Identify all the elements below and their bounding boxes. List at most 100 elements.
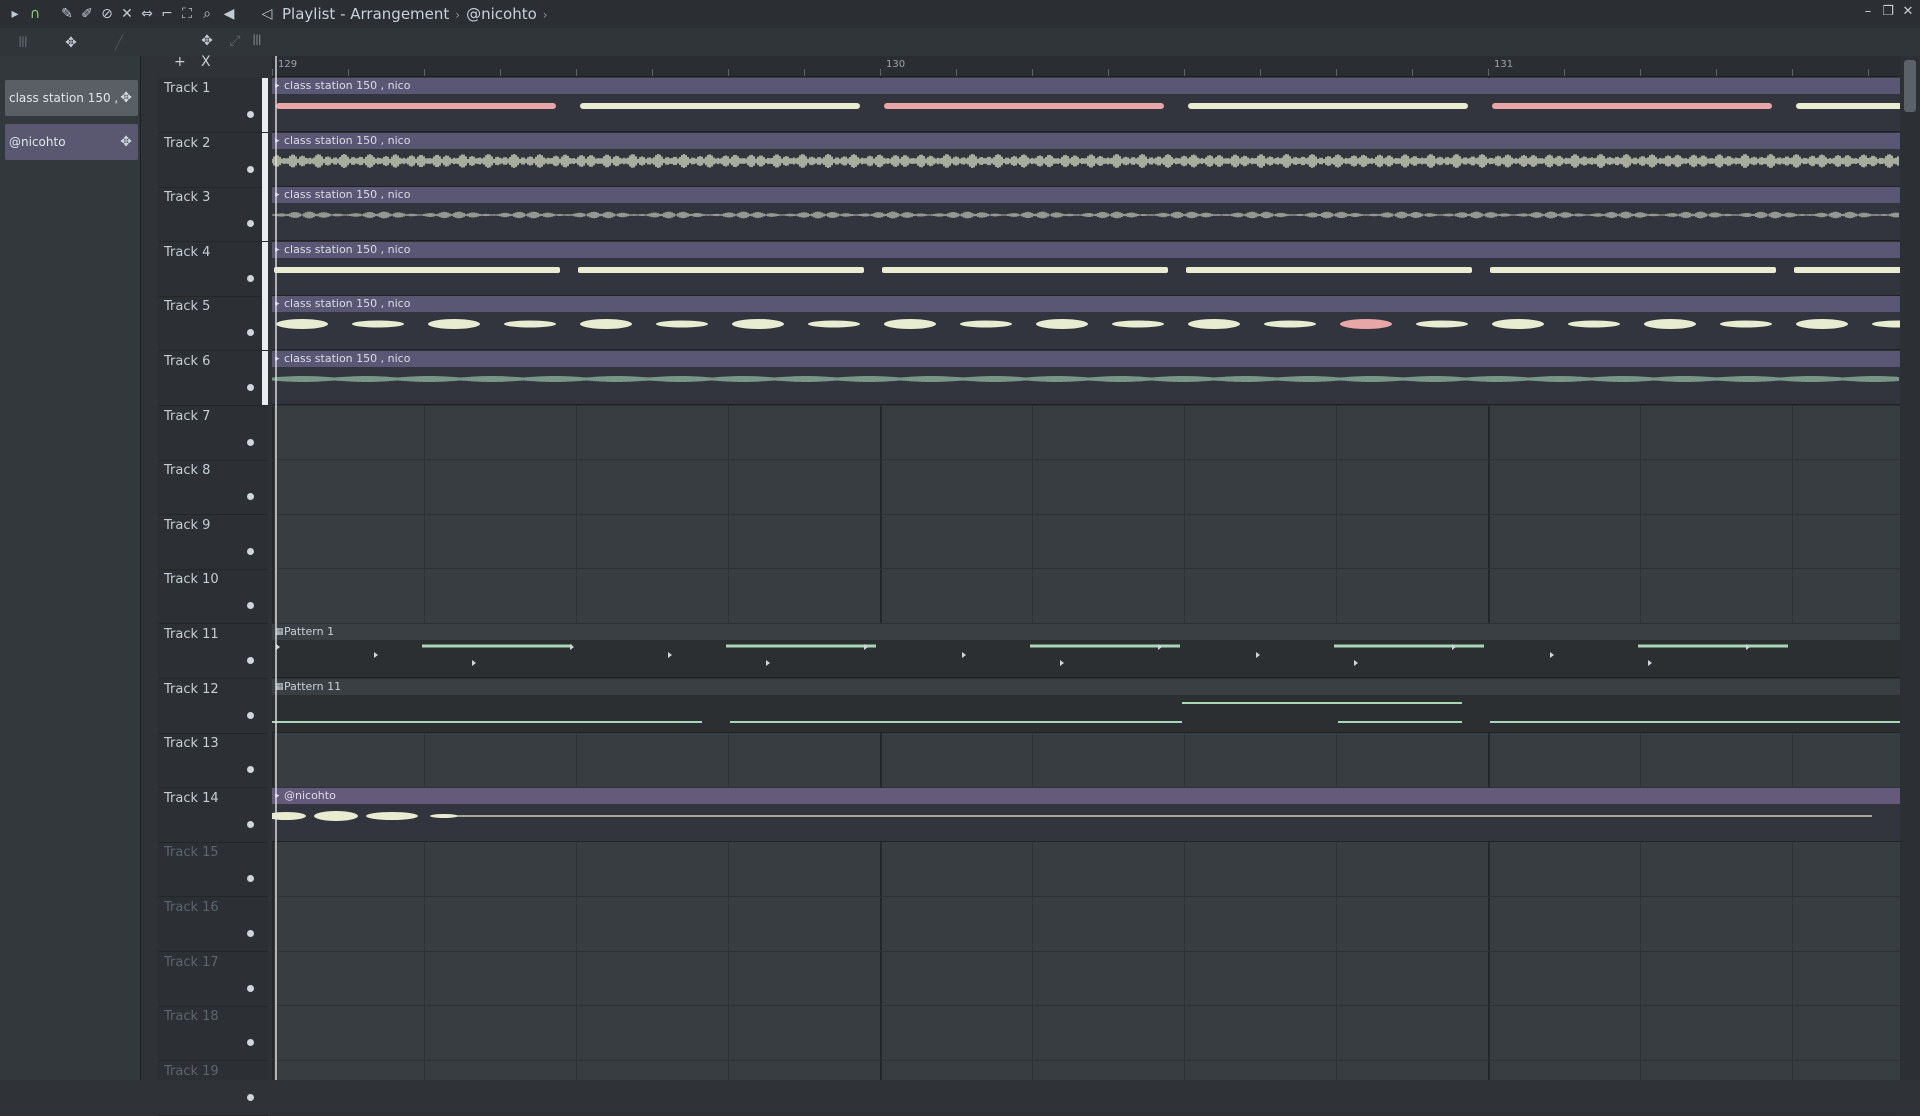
add-button[interactable]: +: [174, 54, 186, 70]
clip-header[interactable]: ▸ class station 150 , nico: [272, 78, 1900, 94]
waveform: [276, 319, 1900, 330]
close-icon[interactable]: ✕: [1900, 4, 1916, 22]
track-enable-dot[interactable]: [247, 329, 254, 337]
select-icon[interactable]: ⛶: [178, 5, 196, 23]
slip-icon[interactable]: ⇔: [138, 5, 156, 23]
track-color-strip: [262, 296, 268, 351]
track-name: Track 14: [164, 790, 219, 806]
magnet-icon[interactable]: ∩: [26, 5, 44, 23]
track-enable-dot[interactable]: [247, 875, 254, 883]
track-header[interactable]: Track 2: [158, 132, 268, 188]
clip-label: class station 150 , nico: [284, 79, 411, 92]
track-enable-dot[interactable]: [247, 711, 254, 719]
minimize-icon[interactable]: –: [1860, 4, 1876, 22]
track-enable-dot[interactable]: [247, 930, 254, 937]
track-header[interactable]: Track 9: [158, 515, 268, 570]
clip-source-item[interactable]: @nicohto ✥: [5, 124, 138, 160]
clip-header[interactable]: ▦ Pattern 11: [272, 678, 1900, 695]
track-enable-dot[interactable]: [247, 111, 254, 118]
track-header[interactable]: Track 4: [158, 241, 268, 297]
track-header[interactable]: Track 8: [158, 460, 268, 516]
track-enable-dot[interactable]: [247, 657, 254, 664]
speaker-icon[interactable]: ◁: [258, 5, 276, 23]
waveform: [276, 644, 1788, 666]
track-header[interactable]: Track 10: [158, 569, 268, 625]
vertical-scrollbar[interactable]: [1900, 56, 1920, 1080]
track-header[interactable]: Track 1: [158, 78, 268, 133]
view-icon[interactable]: Ⅲ: [248, 32, 266, 50]
track-header[interactable]: Track 16: [158, 897, 268, 952]
add-track-icon[interactable]: ✥: [198, 32, 216, 50]
track-header[interactable]: Track 15: [158, 842, 268, 898]
clip-header[interactable]: ▸ class station 150 , nico: [272, 351, 1900, 367]
move-icon[interactable]: ✥: [62, 34, 80, 52]
track-header[interactable]: Track 7: [158, 406, 268, 461]
pencil-icon[interactable]: ✎: [58, 5, 76, 23]
arrow-icon[interactable]: ▸: [6, 5, 24, 23]
paint-icon[interactable]: ✐: [78, 5, 96, 23]
audio-clip[interactable]: ▸ class station 150 , nico: [272, 241, 1900, 296]
pattern-clip[interactable]: ▦ Pattern 1: [272, 624, 1900, 678]
playhead[interactable]: [275, 56, 277, 1080]
playlist-grid[interactable]: ▸ class station 150 , nico ▸ class station …: [272, 77, 1900, 1116]
add-clip-icon[interactable]: ✥: [120, 124, 132, 160]
track-header[interactable]: Track 14: [158, 788, 268, 843]
vertical-scroll-thumb[interactable]: [1904, 60, 1916, 112]
add-clip-icon[interactable]: ✥: [120, 80, 132, 116]
waveform-hit: [1872, 320, 1900, 328]
track-enable-dot[interactable]: [247, 820, 254, 828]
track-enable-dot[interactable]: [247, 384, 254, 391]
clip-header[interactable]: ▸ class station 150 , nico: [272, 132, 1900, 149]
clip-label: @nicohto: [284, 788, 336, 802]
restore-icon[interactable]: ❐: [1880, 4, 1896, 22]
track-enable-dot[interactable]: [247, 1039, 254, 1047]
track-header[interactable]: Track 17: [158, 952, 268, 1007]
track-header[interactable]: Track 5: [158, 296, 268, 352]
delete-icon[interactable]: ⊘: [98, 5, 116, 23]
pattern-name[interactable]: @nicohto: [466, 5, 537, 23]
stretch-icon[interactable]: ⤢: [226, 32, 244, 50]
slice-icon[interactable]: ⌐: [158, 5, 176, 23]
clip-source-item[interactable]: class station 150 , nico ✥: [5, 80, 138, 141]
mute-icon[interactable]: ✕: [118, 5, 136, 23]
track-enable-dot[interactable]: [247, 602, 254, 610]
track-enable-dot[interactable]: [247, 547, 254, 555]
audio-clip[interactable]: ▸ class station 150 , nico: [272, 187, 1900, 242]
track-header[interactable]: Track 6: [158, 351, 268, 406]
timeline-ruler[interactable]: 129 130 131: [272, 56, 1900, 77]
title-chevron[interactable]: ›: [543, 8, 548, 22]
brush-icon[interactable]: ╱: [110, 34, 128, 52]
close-button[interactable]: X: [201, 54, 211, 70]
track-enable-dot[interactable]: [247, 165, 254, 173]
clip-header[interactable]: ▦ Pattern 1: [272, 624, 1900, 640]
audio-clip[interactable]: ▸ class station 150 , nico: [272, 351, 1900, 405]
track-header[interactable]: Track 12: [158, 679, 268, 734]
track-enable-dot[interactable]: [247, 438, 254, 446]
track-enable-dot[interactable]: [247, 984, 254, 992]
pattern-clip[interactable]: ▦ Pattern 11: [272, 678, 1900, 733]
audio-clip[interactable]: ▸ @nicohto: [272, 787, 1900, 842]
grid-track-line: [272, 1059, 1900, 1061]
track-enable-dot[interactable]: [247, 274, 254, 282]
clip-header[interactable]: ▸ class station 150 , nico: [272, 187, 1900, 204]
pattern-marker: [766, 660, 770, 666]
track-enable-dot[interactable]: [247, 1093, 254, 1101]
clip-header[interactable]: ▸ class station 150 , nico: [272, 296, 1900, 313]
zoom-icon[interactable]: ⌕: [198, 5, 216, 23]
track-enable-dot[interactable]: [247, 766, 254, 774]
track-header[interactable]: Track 19: [158, 1061, 268, 1116]
audio-clip[interactable]: ▸ class station 150 , nico: [272, 296, 1900, 351]
track-header[interactable]: Track 3: [158, 187, 268, 243]
clip-header[interactable]: ▸ class station 150 , nico: [272, 241, 1900, 258]
track-header[interactable]: Track 13: [158, 733, 268, 789]
audio-clip[interactable]: ▸ class station 150 , nico: [272, 132, 1900, 187]
track-header[interactable]: Track 11: [158, 624, 268, 679]
ruler-tick: [804, 69, 805, 76]
audio-clip[interactable]: ▸ class station 150 , nico: [272, 78, 1900, 132]
playback-icon[interactable]: ◀: [220, 5, 238, 23]
track-header[interactable]: Track 18: [158, 1006, 268, 1062]
track-enable-dot[interactable]: [247, 493, 254, 501]
track-enable-dot[interactable]: [247, 220, 254, 228]
clip-header[interactable]: ▸ @nicohto: [272, 787, 1900, 804]
bars-icon[interactable]: Ⅲ: [14, 34, 32, 52]
